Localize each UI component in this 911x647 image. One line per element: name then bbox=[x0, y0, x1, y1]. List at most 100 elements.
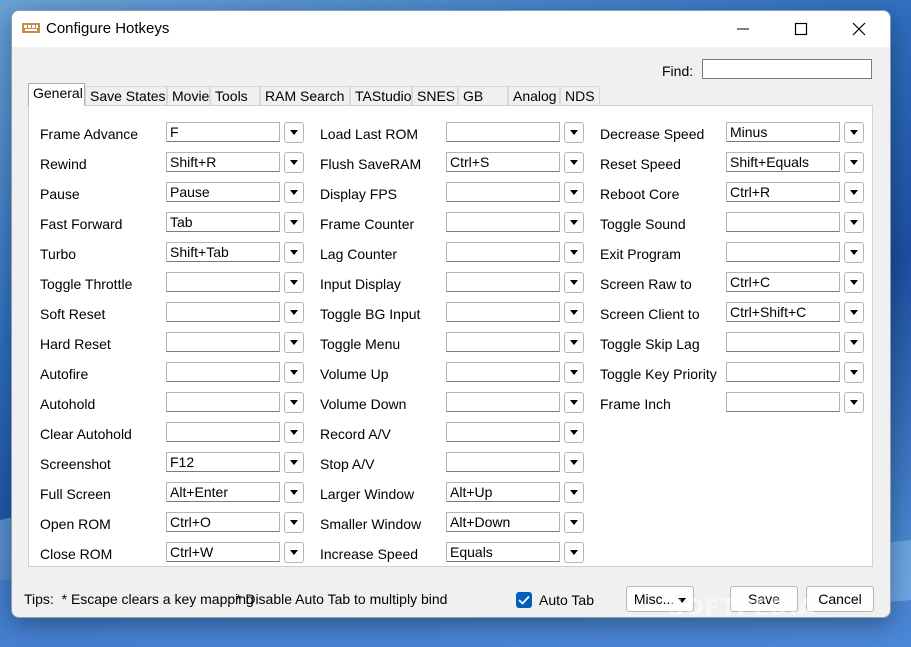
tab-tastudio[interactable]: TAStudio bbox=[350, 86, 412, 105]
hotkey-input-open-rom[interactable]: Ctrl+O bbox=[166, 512, 280, 532]
tab-save-states[interactable]: Save States bbox=[85, 86, 167, 105]
hotkey-dropdown-button[interactable] bbox=[284, 182, 304, 203]
hotkey-dropdown-button[interactable] bbox=[564, 512, 584, 533]
hotkey-dropdown-button[interactable] bbox=[844, 332, 864, 353]
hotkey-dropdown-button[interactable] bbox=[564, 272, 584, 293]
hotkey-input-screen-raw-to[interactable]: Ctrl+C bbox=[726, 272, 840, 292]
hotkey-dropdown-button[interactable] bbox=[844, 242, 864, 263]
hotkey-dropdown-button[interactable] bbox=[284, 122, 304, 143]
hotkey-dropdown-button[interactable] bbox=[564, 362, 584, 383]
maximize-button[interactable] bbox=[772, 11, 830, 47]
find-input[interactable] bbox=[702, 59, 872, 79]
hotkey-dropdown-button[interactable] bbox=[284, 542, 304, 563]
hotkey-dropdown-button[interactable] bbox=[844, 212, 864, 233]
hotkey-dropdown-button[interactable] bbox=[844, 392, 864, 413]
tab-ram-search[interactable]: RAM Search bbox=[260, 86, 350, 105]
hotkey-dropdown-button[interactable] bbox=[844, 272, 864, 293]
tab-tools[interactable]: Tools bbox=[210, 86, 260, 105]
hotkey-dropdown-button[interactable] bbox=[844, 152, 864, 173]
hotkey-input-input-display[interactable] bbox=[446, 272, 560, 292]
hotkey-input-fast-forward[interactable]: Tab bbox=[166, 212, 280, 232]
hotkey-input-toggle-key-priority[interactable] bbox=[726, 362, 840, 382]
hotkey-input-autofire[interactable] bbox=[166, 362, 280, 382]
tab-gb[interactable]: GB bbox=[458, 86, 508, 105]
hotkey-dropdown-button[interactable] bbox=[844, 182, 864, 203]
hotkey-input-autohold[interactable] bbox=[166, 392, 280, 412]
auto-tab-checkbox[interactable] bbox=[516, 592, 532, 608]
hotkey-input-stop-a-v[interactable] bbox=[446, 452, 560, 472]
hotkey-dropdown-button[interactable] bbox=[284, 512, 304, 533]
hotkey-input-reset-speed[interactable]: Shift+Equals bbox=[726, 152, 840, 172]
tab-snes[interactable]: SNES bbox=[412, 86, 458, 105]
hotkey-dropdown-button[interactable] bbox=[284, 392, 304, 413]
hotkey-input-lag-counter[interactable] bbox=[446, 242, 560, 262]
minimize-button[interactable] bbox=[714, 11, 772, 47]
hotkey-input-smaller-window[interactable]: Alt+Down bbox=[446, 512, 560, 532]
hotkey-input-screenshot[interactable]: F12 bbox=[166, 452, 280, 472]
hotkey-dropdown-button[interactable] bbox=[564, 182, 584, 203]
hotkey-dropdown-button[interactable] bbox=[284, 452, 304, 473]
tab-general[interactable]: General bbox=[28, 83, 85, 106]
hotkey-dropdown-button[interactable] bbox=[564, 422, 584, 443]
hotkey-input-increase-speed[interactable]: Equals bbox=[446, 542, 560, 562]
chevron-down-icon bbox=[290, 520, 298, 525]
hotkey-dropdown-button[interactable] bbox=[564, 332, 584, 353]
hotkey-dropdown-button[interactable] bbox=[564, 212, 584, 233]
tab-nds[interactable]: NDS bbox=[560, 86, 600, 105]
hotkey-input-flush-saveram[interactable]: Ctrl+S bbox=[446, 152, 560, 172]
maximize-icon bbox=[794, 22, 808, 36]
hotkey-dropdown-button[interactable] bbox=[284, 242, 304, 263]
hotkey-dropdown-button[interactable] bbox=[284, 362, 304, 383]
hotkey-dropdown-button[interactable] bbox=[284, 152, 304, 173]
hotkey-input-toggle-bg-input[interactable] bbox=[446, 302, 560, 322]
hotkey-input-close-rom[interactable]: Ctrl+W bbox=[166, 542, 280, 562]
hotkey-input-frame-inch[interactable] bbox=[726, 392, 840, 412]
hotkey-dropdown-button[interactable] bbox=[564, 452, 584, 473]
hotkey-input-decrease-speed[interactable]: Minus bbox=[726, 122, 840, 142]
hotkey-input-display-fps[interactable] bbox=[446, 182, 560, 202]
hotkey-dropdown-button[interactable] bbox=[284, 422, 304, 443]
hotkey-input-toggle-menu[interactable] bbox=[446, 332, 560, 352]
hotkey-dropdown-button[interactable] bbox=[564, 392, 584, 413]
hotkey-dropdown-button[interactable] bbox=[284, 212, 304, 233]
hotkey-input-toggle-skip-lag[interactable] bbox=[726, 332, 840, 352]
chevron-down-icon bbox=[570, 550, 578, 555]
hotkey-input-larger-window[interactable]: Alt+Up bbox=[446, 482, 560, 502]
hotkey-label: Screenshot bbox=[40, 456, 111, 472]
hotkey-input-toggle-throttle[interactable] bbox=[166, 272, 280, 292]
hotkey-input-hard-reset[interactable] bbox=[166, 332, 280, 352]
hotkey-dropdown-button[interactable] bbox=[844, 362, 864, 383]
hotkey-input-load-last-rom[interactable] bbox=[446, 122, 560, 142]
hotkey-dropdown-button[interactable] bbox=[564, 482, 584, 503]
close-button[interactable] bbox=[830, 11, 888, 47]
hotkey-input-record-a-v[interactable] bbox=[446, 422, 560, 442]
hotkey-input-volume-up[interactable] bbox=[446, 362, 560, 382]
hotkey-dropdown-button[interactable] bbox=[844, 302, 864, 323]
hotkey-input-clear-autohold[interactable] bbox=[166, 422, 280, 442]
hotkey-dropdown-button[interactable] bbox=[284, 332, 304, 353]
hotkey-dropdown-button[interactable] bbox=[564, 242, 584, 263]
auto-tab-label: Auto Tab bbox=[539, 592, 595, 608]
hotkey-dropdown-button[interactable] bbox=[564, 122, 584, 143]
hotkey-input-full-screen[interactable]: Alt+Enter bbox=[166, 482, 280, 502]
hotkey-dropdown-button[interactable] bbox=[284, 272, 304, 293]
tab-movie[interactable]: Movie bbox=[167, 86, 210, 105]
tab-analog[interactable]: Analog bbox=[508, 86, 560, 105]
hotkey-dropdown-button[interactable] bbox=[564, 302, 584, 323]
hotkey-input-volume-down[interactable] bbox=[446, 392, 560, 412]
hotkey-input-reboot-core[interactable]: Ctrl+R bbox=[726, 182, 840, 202]
hotkey-input-pause[interactable]: Pause bbox=[166, 182, 280, 202]
hotkey-input-toggle-sound[interactable] bbox=[726, 212, 840, 232]
hotkey-dropdown-button[interactable] bbox=[564, 542, 584, 563]
hotkey-input-rewind[interactable]: Shift+R bbox=[166, 152, 280, 172]
hotkey-input-soft-reset[interactable] bbox=[166, 302, 280, 322]
hotkey-input-exit-program[interactable] bbox=[726, 242, 840, 262]
hotkey-dropdown-button[interactable] bbox=[564, 152, 584, 173]
hotkey-input-frame-counter[interactable] bbox=[446, 212, 560, 232]
hotkey-input-frame-advance[interactable]: F bbox=[166, 122, 280, 142]
hotkey-dropdown-button[interactable] bbox=[844, 122, 864, 143]
hotkey-input-turbo[interactable]: Shift+Tab bbox=[166, 242, 280, 262]
hotkey-dropdown-button[interactable] bbox=[284, 302, 304, 323]
hotkey-input-screen-client-to[interactable]: Ctrl+Shift+C bbox=[726, 302, 840, 322]
hotkey-dropdown-button[interactable] bbox=[284, 482, 304, 503]
